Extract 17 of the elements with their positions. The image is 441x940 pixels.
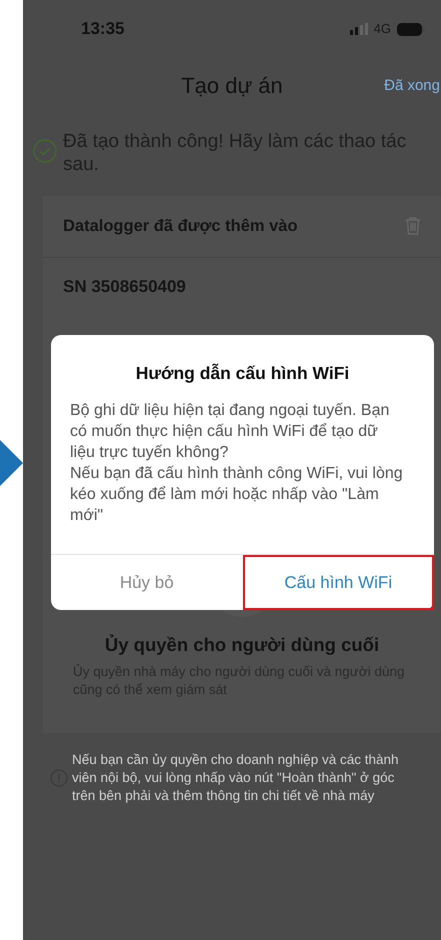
status-time: 13:35 bbox=[81, 18, 124, 40]
done-link[interactable]: Đã xong bbox=[384, 74, 441, 98]
card-title: Datalogger đã được thêm vào bbox=[63, 216, 298, 237]
dialog-title: Hướng dẫn cấu hình WiFi bbox=[134, 362, 350, 385]
dialog-message: Nếu bạn đã cấu hình thành công WiFi, vui lòng kéo xuống để làm mới hoặc nhấp vào "Làm mới" bbox=[69, 464, 404, 526]
dialog-message: Bộ ghi dữ liệu hiện tại đang ngoại tuyến. Bạn có muốn thực hiện cấu hình WiFi để tạo dữ liệu trực tuyến không? bbox=[69, 401, 390, 463]
cancel-button[interactable]: Hủy bỏ bbox=[51, 555, 242, 610]
page-title: Tạo dự án bbox=[181, 72, 283, 100]
arrow-icon bbox=[0, 440, 23, 486]
trash-icon[interactable] bbox=[405, 217, 421, 236]
section-title: Ủy quyền cho người dùng cuối bbox=[104, 633, 380, 658]
signal-icon bbox=[350, 23, 368, 35]
battery-icon bbox=[397, 22, 425, 36]
serial-number: SN 3508650409 bbox=[62, 276, 187, 298]
success-check-icon bbox=[33, 139, 57, 163]
info-note: Nếu bạn cần ủy quyền cho doanh nghiệp và các thành viên nội bộ, vui lòng nhấp vào nút "Hoàn thành" ở góc trên bên phải và thêm thông tin chi tiết về nhà máy bbox=[72, 751, 400, 805]
configure-wifi-button[interactable]: Cấu hình WiFi bbox=[242, 555, 434, 610]
